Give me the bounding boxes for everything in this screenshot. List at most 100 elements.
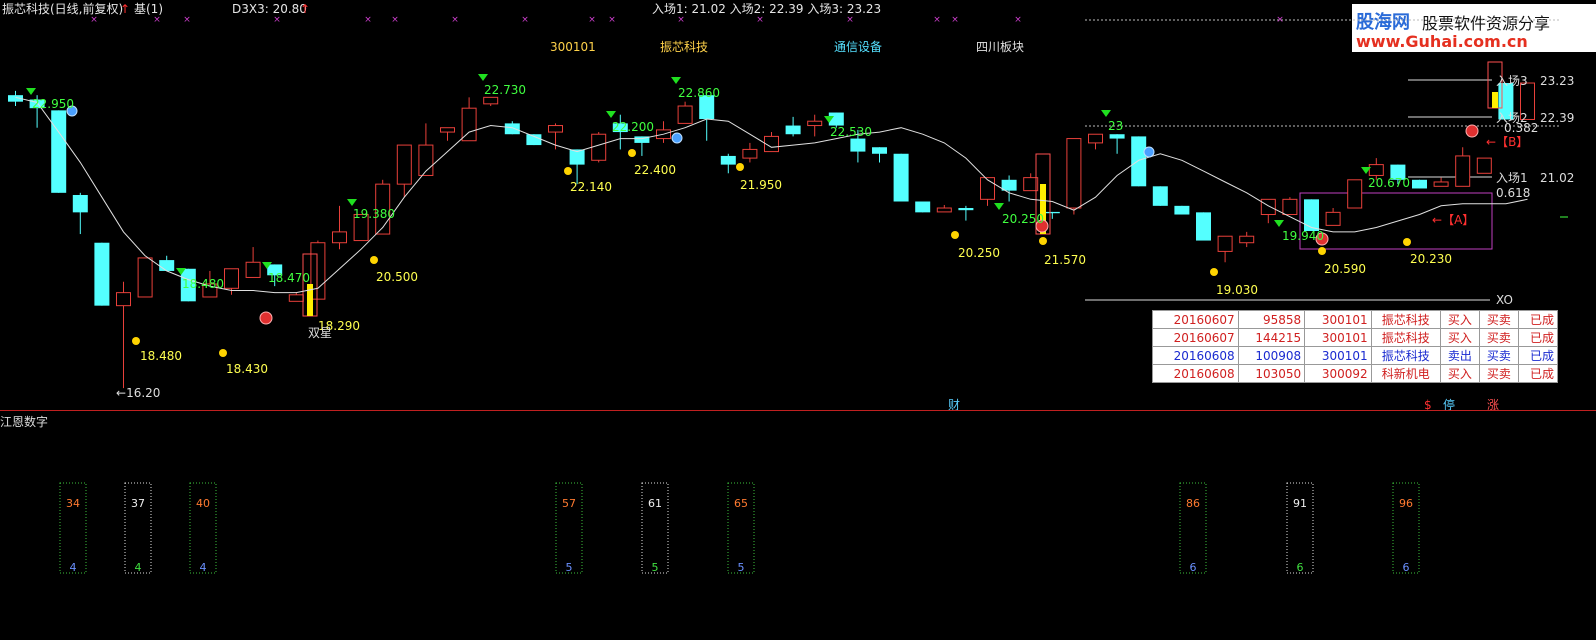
mark-b-text: 【B】 [1496,135,1529,149]
sell-signal-triangle-icon [347,199,357,206]
mark-a-annotation: ←【A】 [1432,213,1475,227]
sell-signal-triangle-icon [1101,110,1111,117]
sell-signal-triangle-icon [994,203,1004,210]
fib-0382-label: 0.382 [1504,121,1539,135]
price-label-19-030: 19.030 [1216,283,1258,297]
gann-box-2: 40 4 [189,482,217,574]
top-x-mark-4: × [364,15,372,25]
gann-box-5: 65 5 [727,482,755,574]
candle-37 [807,114,823,137]
trade-row[interactable]: 20160607 144215 300101 振芯科技 买入 买卖 已成 [1152,328,1559,347]
candle-45 [980,177,995,206]
candle-46 [1001,175,1017,202]
trade-code-cell: 300092 [1304,364,1372,383]
price-label-23: 23 [1108,119,1124,133]
candle-60 [1304,199,1319,232]
trade-row[interactable]: 20160608 103050 300092 科新机电 买入 买卖 已成 [1152,364,1559,383]
price-label-18-480-bottom: 18.480 [140,349,182,363]
top-x-mark-2: × [183,15,191,25]
highlight-bar-2 [1492,92,1498,108]
trade-time-cell: 144215 [1237,328,1306,347]
price-label-18-480-top: 18.480 [182,277,224,291]
top-x-mark-13: × [933,15,941,25]
fib-0618-label: 0.618 [1496,186,1531,200]
top-x-mark-14: × [951,15,959,25]
candle-49 [1066,138,1082,215]
top-x-mark-11: × [756,15,764,25]
gann-bottom-number: 6 [1297,561,1304,574]
top-x-mark-6: × [451,15,459,25]
gann-box-0: 34 4 [59,482,87,574]
trade-type-cell: 买卖 [1478,328,1519,347]
top-x-mark-15: × [1014,15,1022,25]
gann-bottom-number: 5 [738,561,745,574]
axis-label-23-23: 23.23 [1540,74,1575,88]
trade-code-cell: 300101 [1304,346,1372,365]
price-label-18-470: 18.470 [268,271,310,285]
candle-20 [440,127,455,141]
trade-name-cell: 振芯科技 [1370,310,1441,329]
trade-action-cell: 买入 [1439,328,1480,347]
trade-time-cell: 95858 [1237,310,1306,329]
gann-bottom-number: 5 [566,561,573,574]
candle-42 [915,201,931,213]
buy-signal-dot-icon [1403,238,1411,246]
sell-signal-triangle-icon [26,88,36,95]
candle-67 [1455,147,1471,187]
top-x-mark-1: × [153,15,161,25]
price-label-22-530: 22.530 [830,125,872,139]
price-label-20-250-top: 20.250 [1002,212,1044,226]
trade-name-cell: 振芯科技 [1370,346,1441,365]
candle-51 [1109,134,1125,154]
sell-signal-triangle-icon [606,111,616,118]
highlight-bar-0 [307,284,313,316]
gann-box-1: 37 4 [124,482,152,574]
candle-5 [116,281,131,389]
chart-window[interactable]: 振芯科技(日线,前复权) ↑ 基(1) D3X3: 20.80 ↑ 入场1: 2… [0,0,1596,640]
price-label-20-670: 20.670 [1368,176,1410,190]
trades-table[interactable]: 20160607 95858 300101 振芯科技 买入 买卖 已成 20160607 144… [1152,310,1559,383]
price-label-22-140: 22.140 [570,180,612,194]
red-ball-icon [1465,124,1479,138]
price-label-18-430: 18.430 [226,362,268,376]
candle-29 [634,136,650,156]
candle-4 [94,242,110,306]
trade-time-cell: 100908 [1237,346,1306,365]
candle-53 [1152,186,1168,206]
trade-date-cell: 20160607 [1152,328,1239,347]
gann-box-8: 96 6 [1392,482,1420,574]
trade-row[interactable]: 20160608 100908 300101 振芯科技 卖出 买卖 已成 [1152,346,1559,365]
trade-date-cell: 20160607 [1152,310,1239,329]
candle-41 [893,153,909,202]
trade-status-cell: 已成 [1517,364,1559,383]
trade-status-cell: 已成 [1517,328,1559,347]
candle-15 [332,205,347,250]
candle-19 [418,123,434,176]
buy-signal-dot-icon [1039,237,1047,245]
candle-18 [396,144,412,198]
trade-date-cell: 20160608 [1152,364,1239,383]
candle-36 [785,116,801,137]
candle-59 [1282,197,1298,216]
price-label-22-200: 22.200 [612,120,654,134]
xo-label: XO [1496,293,1513,307]
candle-3 [72,192,88,235]
gann-top-number: 34 [66,497,80,510]
trade-row[interactable]: 20160607 95858 300101 振芯科技 买入 买卖 已成 [1152,310,1559,329]
price-label-22-400: 22.400 [634,163,676,177]
price-label-20-500: 20.500 [376,270,418,284]
shuangxing-annotation: 双星 [308,326,333,340]
top-x-mark-12: × [846,15,854,25]
gann-top-number: 86 [1186,497,1200,510]
top-x-mark-16: × [1276,15,1284,25]
top-x-mark-0: × [90,15,98,25]
gann-bottom-number: 6 [1403,561,1410,574]
gann-top-number: 65 [734,497,748,510]
indicator-pane[interactable]: 34 4 37 4 40 4 57 5 61 5 65 5 86 6 91 6 96 6 [0,411,1596,640]
candle-21 [461,97,477,142]
candle-11 [245,247,261,278]
axis-label-22-39: 22.39 [1540,111,1575,125]
buy-signal-dot-icon [736,163,744,171]
candle-13 [288,292,304,302]
top-x-mark-3: × [273,15,281,25]
